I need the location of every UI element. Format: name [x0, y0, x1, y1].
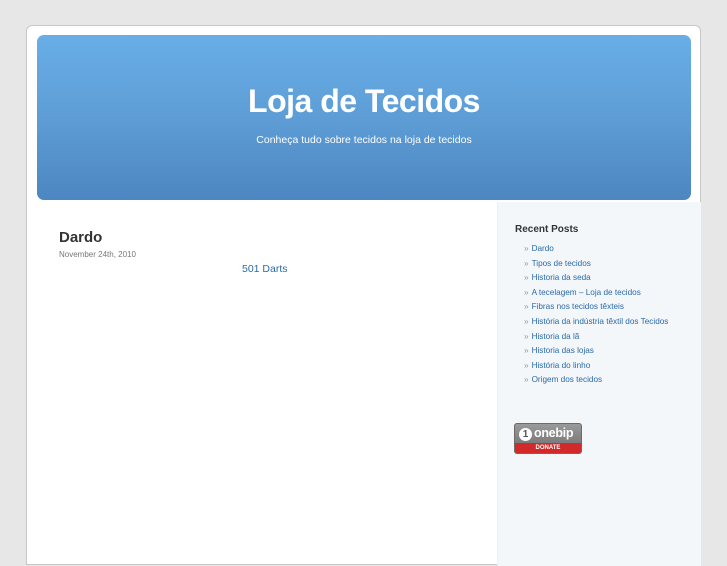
recent-post-link[interactable]: Dardo — [532, 244, 554, 253]
recent-post-item: » História da indústria têxtil dos Tecido… — [524, 315, 668, 330]
recent-post-item: » Historia da seda — [524, 271, 668, 286]
list-bullet: » — [524, 316, 529, 326]
recent-post-link[interactable]: Origem dos tecidos — [532, 375, 603, 384]
site-header: Loja de Tecidos Conheça tudo sobre tecid… — [37, 35, 691, 200]
list-bullet: » — [524, 346, 529, 356]
main-content: Dardo November 24th, 2010 501 Darts — [59, 229, 489, 275]
post-date: November 24th, 2010 — [59, 250, 136, 259]
site-title[interactable]: Loja de Tecidos — [37, 83, 691, 120]
list-bullet: » — [524, 360, 529, 370]
site-description: Conheça tudo sobre tecidos na loja de te… — [256, 134, 472, 146]
list-bullet: » — [524, 302, 529, 312]
recent-post-link[interactable]: Fibras nos tecidos têxteis — [532, 302, 624, 311]
recent-post-item: » Tipos de tecidos — [524, 257, 668, 272]
onebip-logo-icon: 1 — [519, 428, 532, 441]
recent-post-link[interactable]: Tipos de tecidos — [532, 259, 591, 268]
recent-post-item: » Fibras nos tecidos têxteis — [524, 300, 668, 315]
list-bullet: » — [524, 287, 529, 297]
recent-post-link[interactable]: Historia da seda — [532, 273, 591, 282]
onebip-donate-badge[interactable]: 1 onebip DONATE — [514, 423, 582, 454]
list-bullet: » — [524, 331, 529, 341]
recent-post-link[interactable]: História do linho — [532, 361, 591, 370]
sidebar: Recent Posts » Dardo» Tipos de tecidos» His… — [497, 202, 701, 566]
list-bullet: » — [524, 273, 529, 283]
list-bullet: » — [524, 258, 529, 268]
list-bullet: » — [524, 375, 529, 385]
onebip-brand-text: onebip — [534, 426, 574, 440]
recent-post-item: » Historia das lojas — [524, 344, 668, 359]
recent-posts-heading: Recent Posts — [515, 224, 579, 235]
recent-post-item: » Origem dos tecidos — [524, 373, 668, 388]
recent-post-item: » História do linho — [524, 359, 668, 374]
recent-post-link[interactable]: Historia das lojas — [532, 346, 594, 355]
recent-posts-list: » Dardo» Tipos de tecidos» Historia da seda… — [524, 242, 668, 388]
recent-post-item: » Historia da lã — [524, 330, 668, 345]
recent-post-link[interactable]: A tecelagem – Loja de tecidos — [532, 288, 641, 297]
page-container: Loja de Tecidos Conheça tudo sobre tecid… — [26, 25, 701, 566]
donate-button-label: DONATE — [515, 443, 581, 453]
recent-post-item: » Dardo — [524, 242, 668, 257]
list-bullet: » — [524, 244, 529, 253]
recent-post-link[interactable]: Historia da lã — [532, 332, 580, 341]
recent-post-item: » A tecelagem – Loja de tecidos — [524, 286, 668, 301]
recent-post-link[interactable]: História da indústria têxtil dos Tecidos — [532, 317, 669, 326]
post-body-link[interactable]: 501 Darts — [242, 263, 288, 275]
post-title[interactable]: Dardo — [59, 229, 489, 246]
